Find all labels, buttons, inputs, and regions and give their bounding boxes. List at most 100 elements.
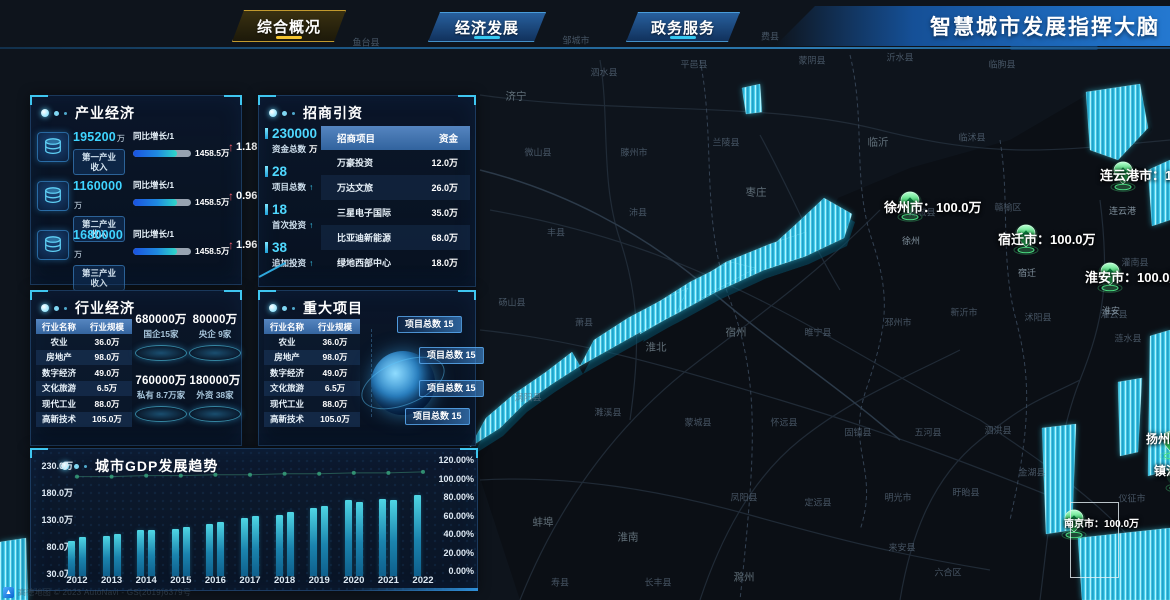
map-pin[interactable]	[898, 191, 922, 221]
gdp-bar	[390, 500, 397, 576]
bar-row: 1458.5万	[133, 196, 227, 208]
stat-unit: 万	[309, 144, 318, 154]
project-amount: 26.0万	[406, 181, 470, 194]
sector-name: 房地产	[36, 351, 82, 363]
project-count-badge: 项目总数 15	[405, 408, 470, 425]
gdp-bar	[287, 512, 294, 576]
map-pin[interactable]	[1014, 224, 1038, 254]
table-header-row: 行业名称行业规模	[264, 319, 360, 334]
sector-name: 数字经济	[36, 367, 82, 379]
progress-track	[133, 248, 191, 255]
dot-icon	[54, 111, 59, 116]
x-axis-tick: 2014	[128, 575, 164, 586]
table-header-row: 招商项目资金	[321, 126, 470, 150]
sector-name: 房地产	[264, 351, 310, 363]
table-row: 农业36.0万	[264, 334, 360, 350]
unit-label: 万	[117, 134, 125, 143]
panel-major-projects: 重大项目 行业名称行业规模农业36.0万房地产98.0万数字经济49.0万文化旅…	[258, 290, 476, 446]
y-axis-tick-right: 100.00%	[430, 474, 474, 484]
investment-stat: 230000资金总数万	[265, 126, 321, 155]
value-line: 195200万	[73, 128, 131, 146]
sector-name: 农业	[36, 336, 82, 348]
investment-table: 招商项目资金万豪投资12.0万万达文旅26.0万三星电子国际35.0万比亚迪新能…	[321, 126, 470, 275]
industry-row: 1680000万第三产业收入同比增长/11458.5万↑1.96	[37, 226, 239, 275]
gdp-bar	[148, 530, 155, 576]
sector-name: 高新技术	[36, 413, 82, 425]
panel-title: 重大项目	[303, 298, 363, 318]
industry-value: 1160000	[73, 179, 122, 193]
stat-value: 180000万	[189, 372, 241, 388]
col-header: 招商项目	[321, 131, 406, 145]
gdp-bar	[276, 515, 283, 576]
industry-trend: 同比增长/11458.5万	[133, 128, 227, 177]
panel-title: 招商引资	[303, 103, 363, 123]
page-title: 智慧城市发展指挥大脑	[930, 11, 1160, 41]
header-band: 智慧城市发展指挥大脑	[775, 6, 1170, 46]
sector-scale: 49.0万	[310, 367, 360, 379]
stat-value: 680000万	[135, 311, 187, 327]
change-indicator: ↑1.18	[228, 128, 257, 177]
progress-fill	[133, 150, 177, 157]
sector-name: 现代工业	[36, 398, 82, 410]
x-axis-tick: 2016	[197, 575, 233, 586]
table-row: 三星电子国际35.0万	[321, 200, 470, 225]
bar-row: 1458.5万	[133, 245, 227, 257]
table-row: 高新技术105.0万	[264, 412, 360, 428]
project-name: 比亚迪新能源	[321, 231, 406, 244]
bar-row: 1458.5万	[133, 147, 227, 159]
industry-value-block: 1680000万第三产业收入	[73, 226, 131, 275]
enterprise-stat: 680000万国企15家	[135, 311, 187, 372]
glow-ring	[135, 406, 187, 422]
investment-stat: 38追加投资↑	[265, 240, 321, 269]
progress-track	[133, 199, 191, 206]
stat-label: 外资 38家	[189, 389, 241, 401]
x-axis-tick: 2021	[370, 575, 406, 586]
y-axis-tick-left: 230.0万	[31, 459, 73, 472]
map-selection-box	[1070, 502, 1119, 578]
enterprise-stat: 760000万私有 8.7万家	[135, 372, 187, 433]
gdp-bar	[137, 530, 144, 576]
progress-track	[133, 150, 191, 157]
yoy-label: 同比增长/1	[133, 179, 227, 191]
y-axis-tick-left: 180.0万	[31, 486, 73, 499]
dot-icon	[64, 307, 67, 310]
value-line: 1680000万	[73, 226, 131, 262]
gdp-bar	[241, 518, 248, 576]
sector-name: 现代工业	[264, 398, 310, 410]
gdp-bar	[321, 506, 328, 576]
col-header: 行业名称	[36, 321, 82, 333]
map-pin[interactable]	[1098, 262, 1122, 292]
project-name: 绿地西部中心	[321, 256, 406, 269]
projects-table: 行业名称行业规模农业36.0万房地产98.0万数字经济49.0万文化旅游6.5万…	[264, 319, 360, 427]
dot-icon	[269, 109, 277, 117]
sector-scale: 36.0万	[82, 336, 132, 348]
y-axis-tick-right: 120.00%	[430, 455, 474, 465]
dashboard-root: 鱼台县邹城市费县济宁泗水县平邑县蒙阴县沂水县临朐县莒县五莲县微山县滕州市兰陵县临…	[0, 0, 1170, 600]
gdp-bar	[345, 500, 352, 576]
x-axis-tick: 2020	[336, 575, 372, 586]
dot-icon	[269, 304, 277, 312]
industry-value-block: 1160000万第二产业收入	[73, 177, 131, 226]
dot-icon	[41, 304, 49, 312]
tab-economy[interactable]: 经济发展	[428, 12, 546, 42]
table-row: 现代工业88.0万	[36, 396, 132, 412]
tab-services[interactable]: 政务服务	[626, 12, 740, 42]
tab-active-underline	[276, 36, 302, 39]
gdp-bar	[310, 508, 317, 576]
project-amount: 12.0万	[406, 156, 470, 169]
project-name: 三星电子国际	[321, 206, 406, 219]
map-pin[interactable]	[1111, 161, 1135, 191]
investment-stat: 28项目总数↑	[265, 164, 321, 193]
project-count-badge: 项目总数 15	[397, 316, 462, 333]
up-arrow-icon: ↑	[228, 141, 234, 153]
project-amount: 35.0万	[406, 206, 470, 219]
dot-icon	[292, 112, 295, 115]
gdp-bar	[379, 499, 386, 576]
industry-value-block: 195200万第一产业收入	[73, 128, 131, 177]
coin-stack-icon	[37, 230, 69, 260]
table-row: 万达文旅26.0万	[321, 175, 470, 200]
dot-icon	[292, 307, 295, 310]
industry-rows: 195200万第一产业收入同比增长/11458.5万↑1.181160000万第…	[35, 128, 239, 275]
stat-label: 央企 9家	[189, 328, 241, 340]
tab-overview[interactable]: 综合概况	[232, 10, 346, 42]
